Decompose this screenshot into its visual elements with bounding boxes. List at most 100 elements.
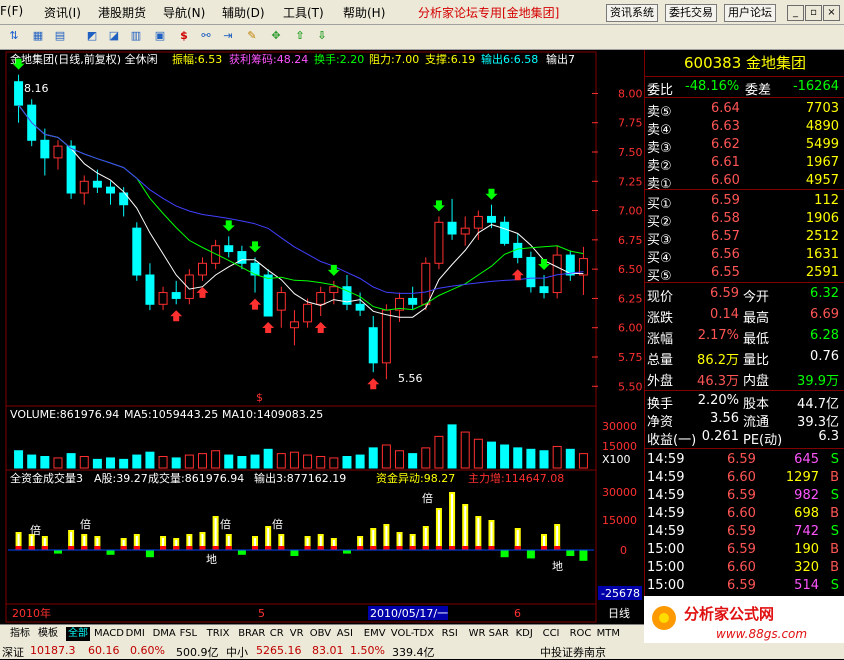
stat-value: 46.3万 [697,374,739,389]
dollar-icon[interactable]: $ [176,28,192,44]
menu-file[interactable]: F(F) [0,4,23,18]
volume-bar [158,456,168,469]
indicator-tab-macd[interactable]: MACD [94,627,124,641]
indicator-tab-dma[interactable]: DMA [153,627,176,641]
tick-volume: 1297 [785,470,819,485]
support-label: 支撑:6.19 [425,52,475,66]
stock-title: 600383 金地集团 [645,50,844,77]
stat-label: 涨幅 [647,332,674,347]
close-icon[interactable]: × [823,5,840,21]
stat-value: 2.17% [697,328,739,343]
buy-volume: 2591 [805,265,839,280]
move-icon[interactable]: ✥ [268,28,284,44]
grid-icon[interactable]: ▦ [30,28,46,44]
candle-body [539,286,549,294]
indicator-tab-指标[interactable]: 指标 [10,627,30,641]
tick-volume: 320 [794,560,819,575]
fund-bar-base [475,546,482,550]
indicator-tab-cr[interactable]: CR [270,627,284,641]
menu-tools[interactable]: 工具(T) [283,4,324,21]
link-icon[interactable]: ⚯ [198,28,214,44]
menu-info[interactable]: 资讯(I) [44,4,81,21]
monitor-icon[interactable]: ▣ [152,28,168,44]
trade-button[interactable]: 委托交易 [665,4,717,22]
tick-volume: 514 [794,578,819,593]
export-icon[interactable]: ⇥ [220,28,236,44]
volume-bar [197,453,207,469]
table-icon[interactable]: ▥ [128,28,144,44]
period-label[interactable]: 日线 [608,606,630,620]
volume-bar [289,451,299,469]
arrow-down-icon[interactable]: ⇩ [314,28,330,44]
weibi-label: 委比 [647,83,674,98]
menu-nav[interactable]: 导航(N) [163,4,205,21]
indicator-tab-roc[interactable]: ROC [570,627,592,641]
indicator-tab-brar[interactable]: BRAR [238,627,265,641]
buy-price: 6.59 [711,193,740,208]
minimize-icon[interactable]: _ [787,5,804,21]
kline-chart[interactable]: 金地集团(日线,前复权) 全休闲 振幅:6.53 获利筹码:48.24 换手:2… [0,50,644,624]
date-month-6: 6 [514,607,521,620]
restore-icon[interactable]: ▫ [805,5,822,21]
arrow-up-icon[interactable]: ⇧ [292,28,308,44]
stat-value: 0.14 [710,307,739,322]
tick-volume: 645 [794,452,819,467]
tick-row: 14:59 6.60 698 B [645,505,844,523]
buy-arrow-icon [249,298,262,310]
fund-bar-base [186,546,193,550]
sell-arrow-icon [432,200,445,212]
indicator-tab-trix[interactable]: TRIX [207,627,230,641]
fund-mark-bei-3: 倍 [220,517,231,531]
indicator-tab-rsi[interactable]: RSI [442,627,458,641]
sell-arrow-icon [222,220,235,232]
tick-row: 15:00 6.59 514 S [645,577,844,595]
etf-icon[interactable]: ▤ [52,28,68,44]
sell-price: 6.63 [711,119,740,134]
menu-hk-futures[interactable]: 港股期货 [98,4,146,21]
tick-volume: 190 [794,542,819,557]
indicator-tab-dmi[interactable]: DMI [126,627,145,641]
indicator-tab-fsl[interactable]: FSL [180,627,198,641]
indicator-tab-vol-tdx[interactable]: VOL-TDX [391,627,434,641]
info-system-button[interactable]: 资讯系统 [606,4,658,22]
buy-arrow-icon [196,286,209,298]
menu-help[interactable]: 帮助(H) [343,4,385,21]
volume-bar [40,456,50,469]
kline-icon[interactable]: ⇅ [6,28,22,44]
volume-bar [408,453,418,469]
rsi-icon[interactable]: ◪ [106,28,122,44]
tick-time: 14:59 [647,470,685,485]
stat-value-2: 6.69 [810,307,839,322]
fund-bar-negative [566,550,575,556]
indicator-tab-sar[interactable]: SAR [489,627,509,641]
pencil-icon[interactable]: ✎ [244,28,260,44]
volume-bar [119,458,129,469]
indicator-tab-kdj[interactable]: KDJ [516,627,533,641]
status-sme-change: 83.01 [312,644,344,657]
indicator-tab-asi[interactable]: ASI [337,627,353,641]
tick-side: S [830,488,839,503]
indicator-tab-wr[interactable]: WR [469,627,486,641]
menu-assist[interactable]: 辅助(D) [222,4,265,21]
fund-bar-base [462,546,469,550]
chart-area[interactable]: 金地集团(日线,前复权) 全休闲 振幅:6.53 获利筹码:48.24 换手:2… [0,50,644,624]
indicator-tab-emv[interactable]: EMV [364,627,386,641]
fund-bar-base [199,546,206,550]
fund-bar-base [409,546,416,550]
indicator-tab-obv[interactable]: OBV [310,627,331,641]
tick-row: 15:00 6.60 320 B [645,559,844,577]
indicator-tab-cci[interactable]: CCI [543,627,560,641]
volume-bar [316,456,326,469]
indicator-tab-全部[interactable]: 全部 [66,627,90,641]
fund-stat-row: 净资 3.56 流通 39.3亿 [645,410,844,430]
high-annotation: 8.16 [24,82,49,95]
tick-row: 14:59 6.59 645 S [645,451,844,469]
forum-button[interactable]: 用户论坛 [724,4,776,22]
output6-label: 输出6:6.58 [481,52,538,66]
indicator-tab-vr[interactable]: VR [290,627,304,641]
fund-bar-base [330,546,337,550]
indicator-tab-模板[interactable]: 模板 [38,627,58,641]
fund-bar-base [435,546,442,550]
chart-line-icon[interactable]: ◩ [84,28,100,44]
indicator-tab-mtm[interactable]: MTM [597,627,620,641]
